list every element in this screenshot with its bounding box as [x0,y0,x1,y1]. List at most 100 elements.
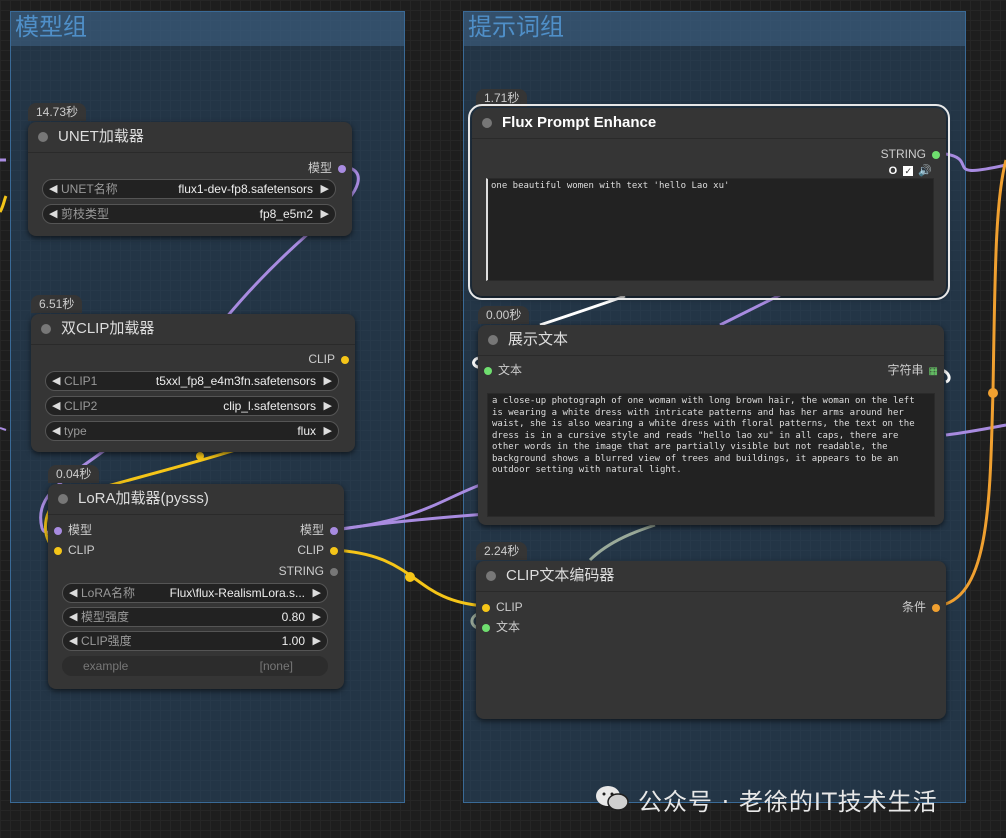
lora-clip-strength[interactable]: ◀ CLIP强度 1.00 ▶ [62,631,328,651]
link-white-1 [539,294,626,327]
lora-input-clip[interactable]: CLIP [54,542,95,558]
lora-header[interactable]: LoRA加载器(pysss) [48,484,344,515]
collapse-dot-icon[interactable] [58,494,68,504]
clipenc-header[interactable]: CLIP文本编码器 [476,561,946,592]
arrow-left-icon[interactable]: ◀ [49,205,57,223]
link-reroute-dot-2[interactable] [405,572,415,582]
link-string-clipenc [588,523,656,562]
example-label: example [83,659,129,673]
clip1-value: t5xxl_fp8_e4m3fn.safetensors [155,374,316,388]
show-output-string[interactable]: 字符串 ▦ [888,362,938,378]
model-strength-value: 0.80 [281,610,305,624]
link-left-edge-2 [0,195,8,213]
show-output-string-label: 字符串 [887,363,924,377]
model-strength-label: 模型强度 [81,610,130,624]
arrow-right-icon[interactable]: ▶ [313,632,321,650]
speaker-icon[interactable]: 🔊 [918,165,932,177]
show-input-text-label: 文本 [498,363,523,377]
node-flux-prompt-enhance[interactable]: Flux Prompt Enhance STRING O ✓ 🔊 one bea… [468,104,950,300]
dualclip-output-clip-label: CLIP [308,352,335,366]
flux-header[interactable]: Flux Prompt Enhance [472,108,946,139]
arrow-left-icon[interactable]: ◀ [69,632,77,650]
slot-dot-icon[interactable] [341,355,349,364]
unet-name-combo[interactable]: ◀ UNET名称 flux1-dev-fp8.safetensors ▶ [42,179,336,199]
clip2-label: CLIP2 [64,399,98,413]
clip2-combo[interactable]: ◀ CLIP2 clip_l.safetensors ▶ [45,396,339,416]
flux-exec-time: 1.71秒 [476,89,528,107]
node-lora-loader[interactable]: LoRA加载器(pysss) 模型 CLIP 模型 CLIP STRING ◀ … [48,484,344,689]
grid-slot-icon[interactable]: ▦ [929,366,938,377]
link-lora-model-out [333,483,481,532]
clip-strength-label: CLIP强度 [81,634,132,648]
lora-name-combo[interactable]: ◀ LoRA名称 Flux\flux-RealismLora.s... ▶ [62,583,328,603]
slot-dot-icon[interactable] [482,603,490,612]
lora-model-strength[interactable]: ◀ 模型强度 0.80 ▶ [62,607,328,627]
clipenc-output-cond[interactable]: 条件 [902,599,940,615]
arrow-right-icon[interactable]: ▶ [321,205,329,223]
unet-name-label: UNET名称 [61,182,118,196]
show-header[interactable]: 展示文本 [478,325,944,356]
arrow-right-icon[interactable]: ▶ [324,422,332,440]
clip2-value: clip_l.safetensors [223,399,316,413]
arrow-right-icon[interactable]: ▶ [313,608,321,626]
link-reroute-dot[interactable] [988,388,998,398]
clip-strength-value: 1.00 [281,634,305,648]
slot-dot-icon[interactable] [484,366,492,375]
arrow-right-icon[interactable]: ▶ [324,397,332,415]
node-show-text[interactable]: 展示文本 文本 字符串 ▦ a close-up photograph of on… [478,325,944,525]
show-text-area[interactable]: a close-up photograph of one woman with … [487,393,935,517]
arrow-left-icon[interactable]: ◀ [52,422,60,440]
flux-output-string[interactable]: STRING [881,146,940,162]
slot-dot-icon[interactable] [932,150,940,159]
lora-output-string[interactable]: STRING [279,563,338,579]
unet-output-model[interactable]: 模型 [308,160,346,176]
clipenc-input-text[interactable]: 文本 [482,619,520,635]
clipenc-output-cond-label: 条件 [901,600,926,614]
collapse-dot-icon[interactable] [38,132,48,142]
slot-dot-icon[interactable] [330,526,338,535]
link-show-right [945,423,1006,437]
arrow-left-icon[interactable]: ◀ [49,180,57,198]
arrow-right-icon[interactable]: ▶ [313,584,321,602]
unet-dtype-combo[interactable]: ◀ 剪枝类型 fp8_e5m2 ▶ [42,204,336,224]
clip1-combo[interactable]: ◀ CLIP1 t5xxl_fp8_e4m3fn.safetensors ▶ [45,371,339,391]
arrow-left-icon[interactable]: ◀ [52,397,60,415]
checkbox-icon[interactable]: ✓ [903,166,914,176]
collapse-dot-icon[interactable] [482,118,492,128]
node-dualclip-loader[interactable]: 双CLIP加载器 CLIP ◀ CLIP1 t5xxl_fp8_e4m3fn.s… [31,314,355,452]
slot-dot-icon[interactable] [482,623,490,632]
lora-output-clip[interactable]: CLIP [297,542,338,558]
slot-dot-icon[interactable] [330,567,338,576]
node-clip-text-encoder[interactable]: CLIP文本编码器 CLIP 文本 条件 [476,561,946,719]
arrow-left-icon[interactable]: ◀ [52,372,60,390]
slot-dot-icon[interactable] [54,526,62,535]
arrow-right-icon[interactable]: ▶ [321,180,329,198]
flux-output-string-label: STRING [880,147,926,161]
slot-dot-icon[interactable] [338,164,346,173]
collapse-dot-icon[interactable] [486,571,496,581]
unet-header[interactable]: UNET加载器 [28,122,352,153]
lora-output-model[interactable]: 模型 [300,522,338,538]
arrow-right-icon[interactable]: ▶ [324,372,332,390]
watermark-text: 公众号 · 老徐的IT技术生活 [638,788,938,816]
slot-dot-icon[interactable] [330,546,338,555]
node-unet-loader[interactable]: UNET加载器 模型 ◀ UNET名称 flux1-dev-fp8.safete… [28,122,352,236]
clip-type-combo[interactable]: ◀ type flux ▶ [45,421,339,441]
collapse-dot-icon[interactable] [41,324,51,334]
link-reroute-dot-3[interactable] [196,452,204,460]
arrow-left-icon[interactable]: ◀ [69,608,77,626]
show-input-text[interactable]: 文本 [484,362,522,378]
lora-title: LoRA加载器(pysss) [78,490,209,507]
lora-input-model[interactable]: 模型 [54,522,92,538]
slot-dot-icon[interactable] [932,603,940,612]
lora-output-clip-label: CLIP [297,543,324,557]
dualclip-header[interactable]: 双CLIP加载器 [31,314,355,345]
slot-dot-icon[interactable] [54,546,62,555]
flux-prompt-textarea[interactable]: one beautiful women with text 'hello Lao… [486,178,934,281]
dualclip-output-clip[interactable]: CLIP [308,351,349,367]
lora-output-model-label: 模型 [299,523,324,537]
arrow-left-icon[interactable]: ◀ [69,584,77,602]
collapse-dot-icon[interactable] [488,335,498,345]
clipenc-exec-time: 2.24秒 [476,542,528,560]
clipenc-input-clip[interactable]: CLIP [482,599,523,615]
